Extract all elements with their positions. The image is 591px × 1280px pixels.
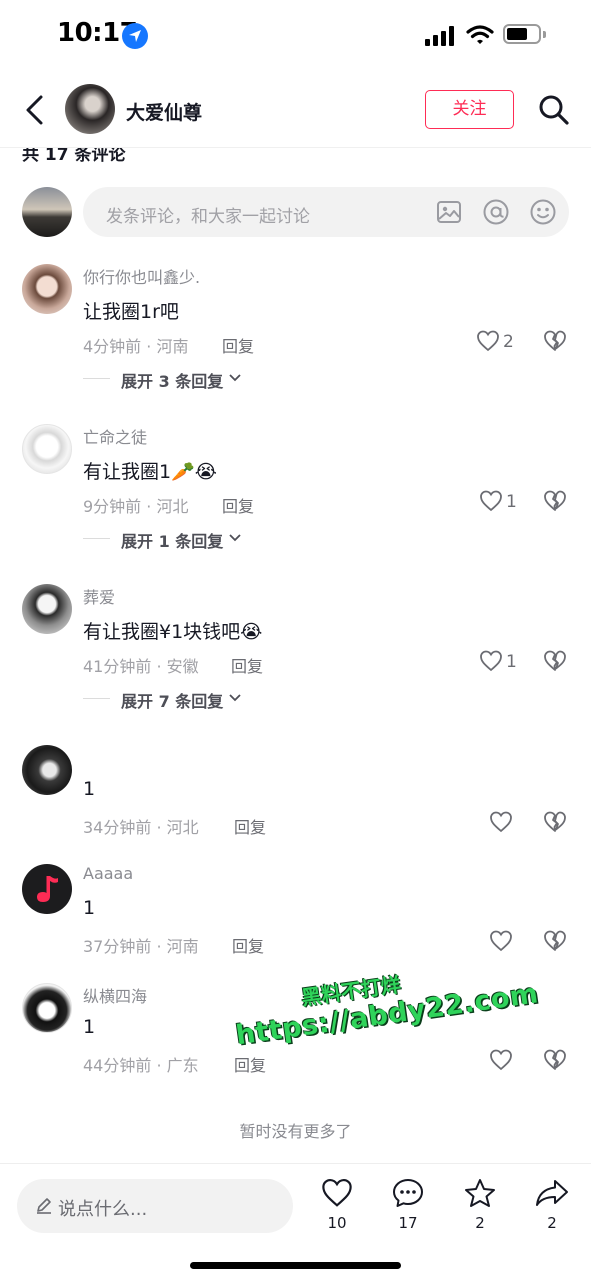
expand-divider: 展开 7 条回复 [83, 692, 241, 711]
home-indicator[interactable] [190, 1262, 401, 1269]
like-button[interactable]: 10 [315, 1178, 359, 1232]
heart-icon[interactable] [489, 811, 513, 833]
reply-button[interactable]: 回复 [234, 1052, 266, 1076]
comment-text: 1 [83, 897, 96, 919]
follow-button[interactable]: 关注 [425, 90, 514, 129]
heart-icon[interactable] [479, 650, 503, 672]
commenter-avatar[interactable] [22, 745, 72, 795]
my-avatar [22, 187, 72, 237]
pencil-icon [37, 1198, 51, 1214]
author-avatar[interactable] [65, 84, 115, 134]
favorite-count: 2 [475, 1214, 485, 1232]
reply-button[interactable]: 回复 [232, 933, 264, 957]
watermark-overlay: 黑料不打烊 https://abdy22.com [230, 950, 540, 1051]
comment-meta: 37分钟前 · 河南 [83, 937, 199, 956]
expand-replies-button[interactable]: 展开 1 条回复 [121, 528, 223, 552]
comment-text: 让我圈1r吧 [83, 301, 179, 323]
chevron-down-icon [229, 374, 241, 382]
share-icon [536, 1180, 568, 1206]
broken-heart-icon[interactable] [543, 330, 567, 352]
broken-heart-icon[interactable] [543, 811, 567, 833]
expand-divider: 展开 1 条回复 [83, 532, 241, 551]
commenter-avatar[interactable] [22, 424, 72, 474]
heart-icon[interactable] [489, 1049, 513, 1071]
emoji-icon[interactable] [529, 198, 557, 226]
commenter-avatar[interactable] [22, 864, 72, 914]
comment-meta: 44分钟前 · 广东 [83, 1056, 199, 1075]
comment-count-bottom: 17 [398, 1214, 418, 1232]
expand-replies-button[interactable]: 展开 3 条回复 [121, 368, 223, 392]
commenter-name[interactable]: 你行你也叫鑫少. [83, 264, 200, 288]
like-count: 2 [503, 332, 514, 352]
comment-button[interactable]: 17 [386, 1178, 430, 1232]
say-something-input[interactable]: 说点什么... [17, 1179, 293, 1233]
reply-button[interactable]: 回复 [222, 493, 254, 517]
comment-text: 1 [83, 1016, 96, 1038]
favorite-button[interactable]: 2 [458, 1178, 502, 1232]
end-of-list-text: 暂时没有更多了 [239, 1122, 352, 1141]
commenter-avatar[interactable] [22, 983, 72, 1033]
reply-button[interactable]: 回复 [231, 653, 263, 677]
comment-meta: 41分钟前 · 安徽 [83, 657, 199, 676]
comment-input[interactable]: 发条评论，和大家一起讨论 [83, 187, 569, 237]
video-header: 大爱仙尊 关注 [0, 72, 591, 148]
commenter-name[interactable]: Aaaaa [83, 864, 133, 883]
broken-heart-icon[interactable] [543, 490, 567, 512]
share-button[interactable]: 2 [530, 1178, 574, 1232]
heart-icon [322, 1178, 352, 1207]
broken-heart-icon[interactable] [543, 1049, 567, 1071]
location-arrow-icon [122, 23, 148, 49]
chevron-down-icon [229, 694, 241, 702]
author-name[interactable]: 大爱仙尊 [126, 98, 202, 125]
status-bar: 10:17 [0, 0, 591, 72]
chevron-down-icon [229, 534, 241, 542]
comment-meta: 34分钟前 · 河北 [83, 818, 199, 837]
image-icon[interactable] [436, 199, 462, 225]
commenter-avatar[interactable] [22, 584, 72, 634]
broken-heart-icon[interactable] [543, 650, 567, 672]
comment-icon [393, 1179, 423, 1207]
like-count: 1 [506, 652, 517, 672]
expand-replies-button[interactable]: 展开 7 条回复 [121, 688, 223, 712]
like-count: 10 [327, 1214, 347, 1232]
back-icon[interactable] [22, 94, 48, 126]
heart-icon[interactable] [476, 330, 500, 352]
reply-button[interactable]: 回复 [234, 814, 266, 838]
at-icon[interactable] [482, 198, 510, 226]
say-something-placeholder: 说点什么... [58, 1199, 148, 1220]
commenter-name[interactable]: 亡命之徒 [83, 424, 147, 448]
comment-meta: 4分钟前 · 河南 [83, 337, 189, 356]
commenter-name[interactable]: 葬爱 [83, 584, 115, 608]
broken-heart-icon[interactable] [543, 930, 567, 952]
comment-input-placeholder: 发条评论，和大家一起讨论 [106, 207, 310, 227]
heart-icon[interactable] [479, 490, 503, 512]
star-icon [465, 1179, 495, 1207]
comment-text: 1 [83, 778, 96, 800]
commenter-avatar[interactable] [22, 264, 72, 314]
comment-text: 有让我圈1🥕😭 [83, 461, 217, 483]
commenter-name[interactable]: 纵横四海 [83, 983, 147, 1007]
wifi-icon [466, 25, 494, 44]
comment-meta: 9分钟前 · 河北 [83, 497, 189, 516]
battery-icon [503, 24, 541, 44]
like-count: 1 [506, 492, 517, 512]
share-count: 2 [547, 1214, 557, 1232]
battery-tip [543, 31, 546, 38]
music-note-icon [37, 876, 58, 902]
reply-button[interactable]: 回复 [222, 333, 254, 357]
signal-icon [425, 26, 454, 46]
search-icon[interactable] [538, 94, 570, 126]
expand-divider: 展开 3 条回复 [83, 372, 241, 391]
comment-text: 有让我圈¥1块钱吧😭 [83, 621, 263, 643]
heart-icon[interactable] [489, 930, 513, 952]
